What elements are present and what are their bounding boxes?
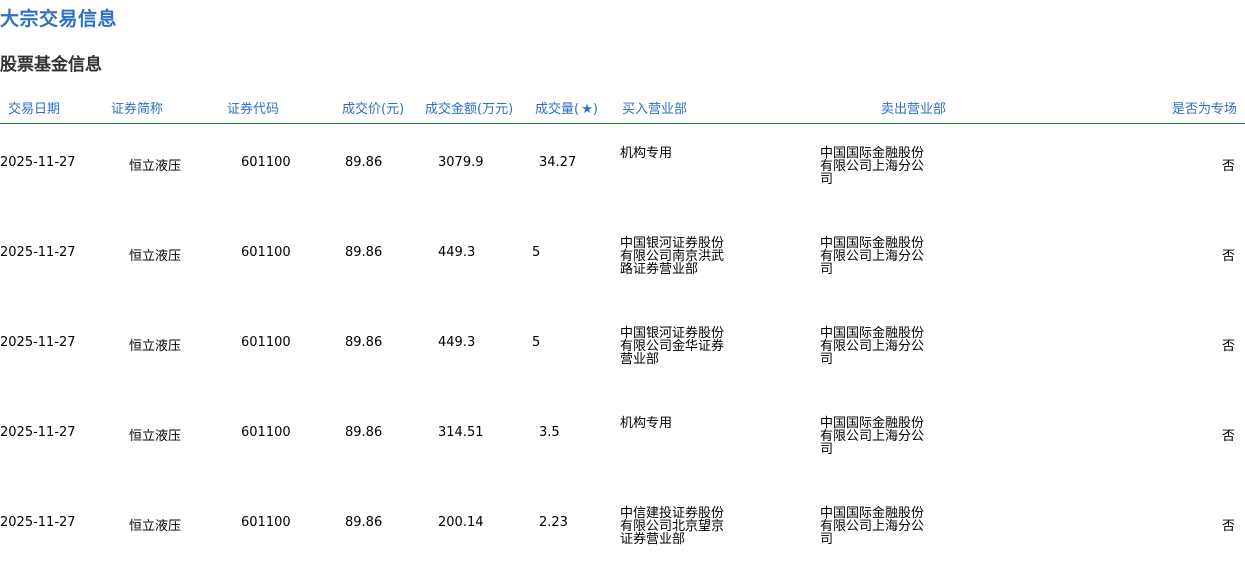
cell-amount: 449.3 [438,335,476,350]
cell-buyer: 机构专用 [620,146,673,161]
cell-name[interactable]: 恒立液压 [129,245,181,264]
section-title: 股票基金信息 [0,55,102,75]
header-buyer[interactable]: 买入营业部 [622,98,687,117]
header-name[interactable]: 证券简称 [111,98,163,117]
cell-buyer: 中信建投证券股份有限公司北京望京证券营业部 [620,506,725,547]
cell-amount: 314.51 [438,425,484,440]
cell-price: 89.86 [345,515,383,530]
cell-price: 89.86 [345,335,383,350]
cell-name[interactable]: 恒立液压 [129,425,181,444]
cell-volume: 5 [532,245,541,260]
cell-buyer: 中国银河证券股份有限公司南京洪武路证券营业部 [620,236,725,277]
cell-special: 否 [1221,159,1235,174]
header-code[interactable]: 证券代码 [227,98,279,117]
cell-special: 否 [1221,249,1235,264]
table-row: 2025-11-27 恒立液压 601100 89.86 449.3 5 中国银… [0,304,1245,394]
cell-price: 89.86 [345,155,383,170]
cell-price: 89.86 [345,245,383,260]
cell-amount: 200.14 [438,515,484,530]
cell-code[interactable]: 601100 [241,245,291,260]
cell-seller: 中国国际金融股份有限公司上海分公司 [820,236,925,277]
cell-volume: 3.5 [539,425,560,440]
table-row: 2025-11-27 恒立液压 601100 89.86 314.51 3.5 … [0,394,1245,484]
cell-code[interactable]: 601100 [241,335,291,350]
cell-seller: 中国国际金融股份有限公司上海分公司 [820,416,925,457]
cell-buyer: 机构专用 [620,416,673,431]
cell-volume: 5 [532,335,541,350]
cell-name[interactable]: 恒立液压 [129,515,181,534]
cell-amount: 3079.9 [438,155,484,170]
cell-code[interactable]: 601100 [241,155,291,170]
header-date[interactable]: 交易日期 [8,98,60,117]
header-volume[interactable]: 成交量( ★) [535,98,598,117]
cell-buyer: 中国银河证券股份有限公司金华证券营业部 [620,326,725,367]
table-row: 2025-11-27 恒立液压 601100 89.86 3079.9 34.2… [0,124,1245,214]
cell-date: 2025-11-27 [0,515,76,530]
cell-code[interactable]: 601100 [241,425,291,440]
header-special[interactable]: 是否为专场 [1172,98,1237,117]
cell-price: 89.86 [345,425,383,440]
cell-seller: 中国国际金融股份有限公司上海分公司 [820,146,925,187]
cell-code[interactable]: 601100 [241,515,291,530]
cell-date: 2025-11-27 [0,335,76,350]
cell-seller: 中国国际金融股份有限公司上海分公司 [820,326,925,367]
cell-special: 否 [1221,339,1235,354]
cell-special: 否 [1221,519,1235,534]
header-seller[interactable]: 卖出营业部 [881,98,946,117]
cell-volume: 34.27 [539,155,577,170]
cell-special: 否 [1221,429,1235,444]
cell-name[interactable]: 恒立液压 [129,335,181,354]
table-header: 交易日期 证券简称 证券代码 成交价(元) 成交金额(万元) 成交量( ★) 买… [0,96,1245,124]
cell-amount: 449.3 [438,245,476,260]
cell-date: 2025-11-27 [0,245,76,260]
table-row: 2025-11-27 恒立液压 601100 89.86 200.14 2.23… [0,484,1245,574]
table-row: 2025-11-27 恒立液压 601100 89.86 449.3 5 中国银… [0,214,1245,304]
cell-name[interactable]: 恒立液压 [129,155,181,174]
header-price[interactable]: 成交价(元) [342,98,404,117]
page-title: 大宗交易信息 [0,8,118,30]
cell-date: 2025-11-27 [0,155,76,170]
cell-date: 2025-11-27 [0,425,76,440]
header-amount[interactable]: 成交金额(万元) [425,98,513,117]
cell-seller: 中国国际金融股份有限公司上海分公司 [820,506,925,547]
cell-volume: 2.23 [539,515,568,530]
